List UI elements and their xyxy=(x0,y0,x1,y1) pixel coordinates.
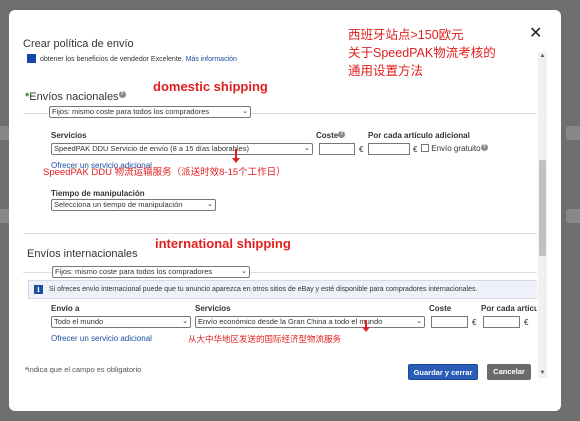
free-shipping-label: Envío gratuito xyxy=(431,144,481,153)
annotation-top-line3: 通用设置方法 xyxy=(348,64,424,78)
scroll-down-icon[interactable]: ▼ xyxy=(538,369,547,378)
section-divider xyxy=(23,233,537,234)
scroll-up-icon[interactable]: ▲ xyxy=(538,52,547,61)
domestic-services-header: Servicios xyxy=(51,131,87,140)
help-icon[interactable]: ? xyxy=(480,144,488,151)
annotation-domestic-shipping: domestic shipping xyxy=(153,79,268,94)
chevron-down-icon: ⌄ xyxy=(207,201,213,208)
chevron-down-icon: ⌄ xyxy=(304,145,310,152)
annotation-domestic-service-note: SpeedPAK DDU 物流运输服务（派送时效8-15个工作日） xyxy=(43,167,286,178)
annotation-arrow xyxy=(232,149,240,163)
info-icon: i xyxy=(34,285,43,294)
domestic-cost-input[interactable] xyxy=(319,143,355,155)
international-type-value: Fijos: mismo coste para todos los compra… xyxy=(55,267,213,276)
divider xyxy=(251,113,537,114)
international-service-select[interactable]: Envío económico desde la Gran China a to… xyxy=(195,316,425,328)
international-additional-input[interactable] xyxy=(483,316,520,328)
handling-time-select[interactable]: Selecciona un tiempo de manipulación ⌄ xyxy=(51,199,216,211)
cost-header-text: Coste xyxy=(316,131,339,140)
domestic-type-value: Fijos: mismo coste para todos los compra… xyxy=(52,107,210,116)
dialog-title: Crear política de envío xyxy=(23,38,134,50)
annotation-international-service-note: 从大中华地区发送的国际经济型物流服务 xyxy=(188,334,342,344)
international-service-value: Envío económico desde la Gran China a to… xyxy=(198,317,383,326)
more-info-link[interactable]: Más información xyxy=(186,56,237,63)
currency-label: € xyxy=(524,318,529,327)
international-cost-header: Coste xyxy=(429,304,452,313)
chevron-down-icon: ⌄ xyxy=(182,318,188,325)
free-shipping-option: Envío gratuito? xyxy=(421,144,488,153)
seller-badge-icon xyxy=(27,54,36,63)
background-element xyxy=(566,209,580,223)
background-element xyxy=(566,126,580,140)
help-icon[interactable]: ? xyxy=(118,91,126,98)
chevron-down-icon: ⌄ xyxy=(416,318,422,325)
divider xyxy=(23,113,49,114)
international-section-title: Envíos internacionales xyxy=(27,248,138,260)
handling-time-value: Selecciona un tiempo de manipulación xyxy=(54,200,183,209)
international-additional-header: Por cada artícu xyxy=(481,304,537,313)
free-shipping-checkbox[interactable] xyxy=(421,144,429,152)
handling-time-label: Tiempo de manipulación xyxy=(51,189,145,198)
ship-to-value: Todo el mundo xyxy=(54,317,104,326)
annotation-arrow xyxy=(362,320,370,332)
currency-label: € xyxy=(413,145,418,154)
ship-to-select[interactable]: Todo el mundo ⌄ xyxy=(51,316,191,328)
domestic-additional-header: Por cada artículo adicional xyxy=(368,131,470,140)
cancel-button[interactable]: Cancelar xyxy=(487,364,531,380)
annotation-top-line1: 西班牙站点>150欧元 xyxy=(348,28,464,42)
domestic-service-select[interactable]: SpeedPAK DDU Servicio de envío (8 a 15 d… xyxy=(51,143,313,155)
ship-to-header: Envío a xyxy=(51,304,80,313)
dialog-scroll-area: obtener los beneficios de vendedor Excel… xyxy=(23,52,537,364)
annotation-top-line2: 关于SpeedPAK物流考核的 xyxy=(348,46,496,60)
save-and-close-button[interactable]: Guardar y cerrar xyxy=(408,364,478,380)
dialog-scrollbar[interactable]: ▲ ▼ xyxy=(538,52,547,378)
scrollbar-thumb[interactable] xyxy=(539,160,546,256)
domestic-service-value: SpeedPAK DDU Servicio de envío (8 a 15 d… xyxy=(54,144,249,153)
international-cost-input[interactable] xyxy=(431,316,468,328)
domestic-additional-input[interactable] xyxy=(368,143,410,155)
top-note: obtener los beneficios de vendedor Excel… xyxy=(40,56,237,63)
annotation-international-shipping: international shipping xyxy=(155,236,291,251)
international-info-box: i Si ofreces envío internacional puede q… xyxy=(28,280,537,299)
required-field-note: *indica que el campo es obligatorio xyxy=(25,365,141,374)
currency-label: € xyxy=(472,318,477,327)
divider xyxy=(23,272,52,273)
domestic-section-title: *Envíos nacionales? xyxy=(25,91,126,103)
international-offer-additional-link[interactable]: Ofrecer un servicio adicional xyxy=(51,334,152,343)
close-icon[interactable]: ✕ xyxy=(529,26,542,42)
required-note-text: indica que el campo es obligatorio xyxy=(27,365,142,374)
international-type-select[interactable]: Fijos: mismo coste para todos los compra… xyxy=(52,266,250,278)
chevron-down-icon: ⌄ xyxy=(241,268,247,275)
currency-label: € xyxy=(359,145,364,154)
domestic-cost-header: Coste? xyxy=(316,131,346,140)
divider xyxy=(250,272,537,273)
chevron-down-icon: ⌄ xyxy=(242,108,248,115)
international-info-text: Si ofreces envío internacional puede que… xyxy=(49,286,478,293)
shipping-policy-dialog: Crear política de envío ✕ obtener los be… xyxy=(9,10,561,411)
domestic-type-select[interactable]: Fijos: mismo coste para todos los compra… xyxy=(49,106,251,118)
international-services-header: Servicios xyxy=(195,304,231,313)
domestic-title-text: Envíos nacionales xyxy=(29,91,119,103)
help-icon[interactable]: ? xyxy=(338,131,346,138)
top-note-text: obtener los beneficios de vendedor Excel… xyxy=(40,56,184,63)
